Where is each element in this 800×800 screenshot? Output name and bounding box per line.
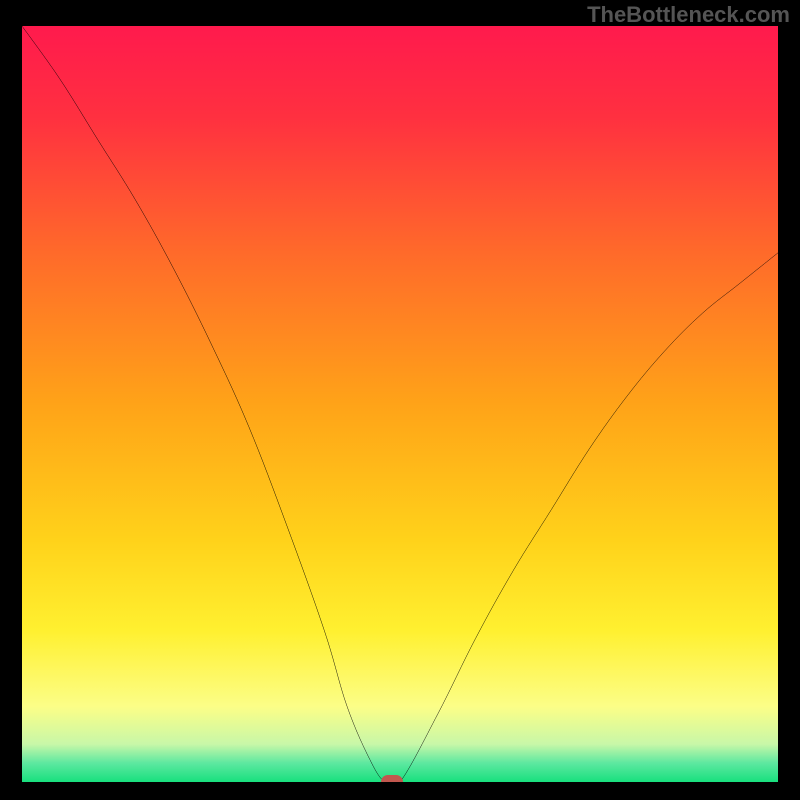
bottleneck-curve	[22, 26, 778, 782]
plot-area	[22, 26, 778, 782]
curve-layer	[22, 26, 778, 782]
watermark-text: TheBottleneck.com	[587, 2, 790, 28]
optimum-marker	[381, 775, 403, 782]
chart-frame: TheBottleneck.com	[0, 0, 800, 800]
